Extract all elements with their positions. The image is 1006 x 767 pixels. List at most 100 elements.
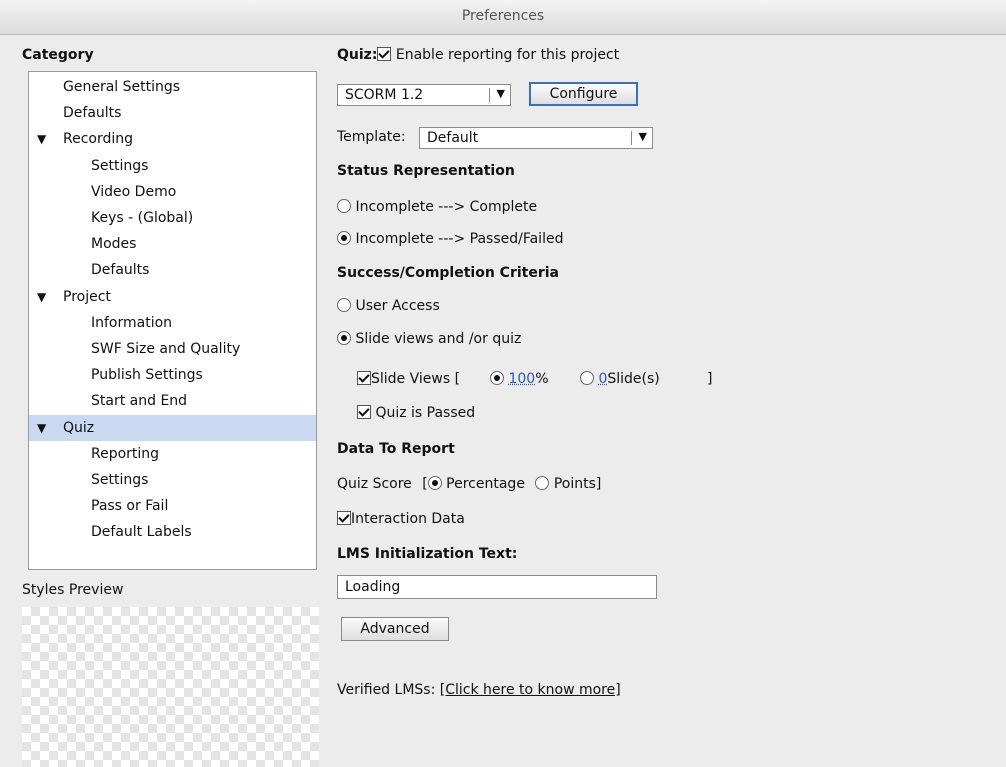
percent-suffix: %	[535, 371, 549, 387]
configure-button[interactable]: Configure	[529, 82, 638, 106]
percentage-label: Percentage	[446, 476, 525, 492]
category-item-label: Settings	[91, 472, 149, 488]
category-item[interactable]: Pass or Fail	[29, 493, 316, 519]
status-complete-option[interactable]: Incomplete ---> Complete	[337, 199, 537, 215]
template-value: Default	[427, 130, 479, 146]
slide-views-quiz-option[interactable]: Slide views and /or quiz	[337, 331, 521, 347]
lms-standard-select[interactable]: SCORM 1.2 ▼	[337, 84, 511, 106]
category-item[interactable]: Reporting	[29, 441, 316, 467]
category-item[interactable]: Video Demo	[29, 179, 316, 205]
verified-lms-link[interactable]: [Click here to know more]	[440, 682, 621, 698]
slide-views-label: Slide Views [	[371, 371, 461, 387]
status-complete-label: Incomplete ---> Complete	[355, 199, 538, 215]
slides-radio[interactable]	[580, 371, 594, 385]
quiz-label: Quiz:	[337, 47, 378, 63]
status-heading: Status Representation	[337, 163, 515, 179]
category-item-label: Pass or Fail	[91, 498, 169, 515]
category-tree[interactable]: General Settings Defaults ▼ Recording Settin…	[28, 71, 317, 570]
lms-standard-value: SCORM 1.2	[345, 87, 424, 103]
slides-suffix: Slide(s)	[607, 371, 660, 387]
chevron-down-icon: ▼	[638, 130, 647, 143]
enable-reporting-checkbox[interactable]	[377, 47, 392, 61]
criteria-heading: Success/Completion Criteria	[337, 265, 559, 281]
slide-views-quiz-label: Slide views and /or quiz	[355, 331, 522, 347]
user-access-radio[interactable]	[337, 298, 351, 312]
template-select[interactable]: Default ▼	[419, 127, 653, 149]
lms-init-text-input[interactable]: Loading	[337, 575, 657, 599]
close-bracket: ]	[707, 371, 713, 387]
category-item[interactable]: ▼ Project	[29, 284, 316, 310]
category-item[interactable]: Modes	[29, 231, 316, 257]
percent-radio[interactable]	[490, 371, 504, 385]
category-item-label: Defaults	[63, 105, 122, 122]
category-item-label: Reporting	[91, 445, 160, 462]
advanced-button[interactable]: Advanced	[341, 617, 449, 641]
interaction-data-row: Interaction Data	[337, 511, 465, 527]
disclosure-triangle-icon[interactable]: ▼	[37, 126, 46, 152]
percent-option[interactable]: 100%	[490, 371, 549, 387]
enable-reporting-label: Enable reporting for this project	[395, 47, 620, 63]
category-item-label: Settings	[91, 157, 149, 174]
category-item-label: General Settings	[63, 79, 181, 95]
disclosure-triangle-icon[interactable]: ▼	[37, 284, 46, 310]
interaction-data-label: Interaction Data	[351, 511, 465, 527]
category-item-label: Modes	[91, 236, 137, 253]
chevron-down-icon: ▼	[496, 87, 505, 100]
category-item-label: Default Labels	[91, 524, 192, 541]
verified-lms-label: Verified LMSs:	[337, 682, 436, 698]
slide-views-row: Slide Views [	[357, 371, 460, 387]
category-item-label: Defaults	[91, 262, 150, 279]
interaction-data-checkbox[interactable]	[337, 511, 351, 525]
disclosure-triangle-icon[interactable]: ▼	[37, 415, 46, 441]
category-item[interactable]: Information	[29, 310, 316, 336]
percentage-radio[interactable]	[427, 476, 442, 490]
category-item[interactable]: Start and End	[29, 388, 316, 414]
category-item[interactable]: Default Labels	[29, 519, 316, 545]
category-item-label: Video Demo	[91, 183, 177, 200]
category-item-label: Quiz	[63, 419, 95, 436]
open-bracket: [	[422, 476, 428, 492]
status-complete-radio[interactable]	[337, 199, 351, 213]
quiz-passed-label: Quiz is Passed	[375, 405, 476, 421]
category-item-label: SWF Size and Quality	[91, 341, 241, 357]
select-separator	[631, 131, 632, 145]
category-item-label: Keys - (Global)	[91, 210, 194, 226]
category-item[interactable]: Publish Settings	[29, 362, 316, 388]
select-separator	[489, 88, 490, 102]
category-item[interactable]: General Settings	[29, 74, 316, 100]
quiz-score-row: Quiz Score [ Percentage Points]	[337, 476, 601, 492]
styles-preview-label: Styles Preview	[22, 582, 124, 598]
user-access-option[interactable]: User Access	[337, 298, 440, 314]
category-item[interactable]: Keys - (Global)	[29, 205, 316, 231]
status-passed-option[interactable]: Incomplete ---> Passed/Failed	[337, 231, 563, 247]
category-item[interactable]: Defaults	[29, 257, 316, 283]
category-item[interactable]: ▼ Quiz	[29, 414, 316, 441]
category-item[interactable]: Defaults	[29, 100, 316, 126]
user-access-label: User Access	[355, 298, 440, 314]
status-passed-radio[interactable]	[337, 231, 351, 245]
category-item-label: Information	[91, 314, 173, 331]
quiz-passed-checkbox[interactable]	[357, 405, 371, 419]
quiz-enable-row: Quiz: Enable reporting for this project	[337, 47, 619, 63]
styles-preview	[22, 607, 319, 767]
category-item-label: Recording	[63, 131, 134, 148]
percent-value[interactable]: 100	[508, 371, 535, 387]
quiz-score-label: Quiz Score	[337, 476, 412, 492]
slide-views-checkbox[interactable]	[357, 371, 371, 385]
category-item[interactable]: SWF Size and Quality	[29, 336, 316, 362]
category-item-label: Start and End	[91, 393, 188, 410]
category-item-label: Publish Settings	[91, 367, 203, 384]
status-passed-label: Incomplete ---> Passed/Failed	[355, 231, 564, 247]
verified-lms-row: Verified LMSs: [Click here to know more]	[337, 682, 621, 698]
quiz-passed-row: Quiz is Passed	[357, 405, 475, 421]
slides-option[interactable]: 0Slide(s)	[580, 371, 660, 387]
template-label: Template:	[337, 129, 406, 145]
data-report-heading: Data To Report	[337, 441, 455, 457]
category-heading: Category	[22, 47, 94, 63]
window-title: Preferences	[461, 8, 545, 24]
category-item[interactable]: ▼ Recording	[29, 126, 316, 152]
points-radio[interactable]	[535, 476, 550, 490]
category-item[interactable]: Settings	[29, 153, 316, 179]
category-item[interactable]: Settings	[29, 467, 316, 493]
slide-views-quiz-radio[interactable]	[337, 331, 351, 345]
